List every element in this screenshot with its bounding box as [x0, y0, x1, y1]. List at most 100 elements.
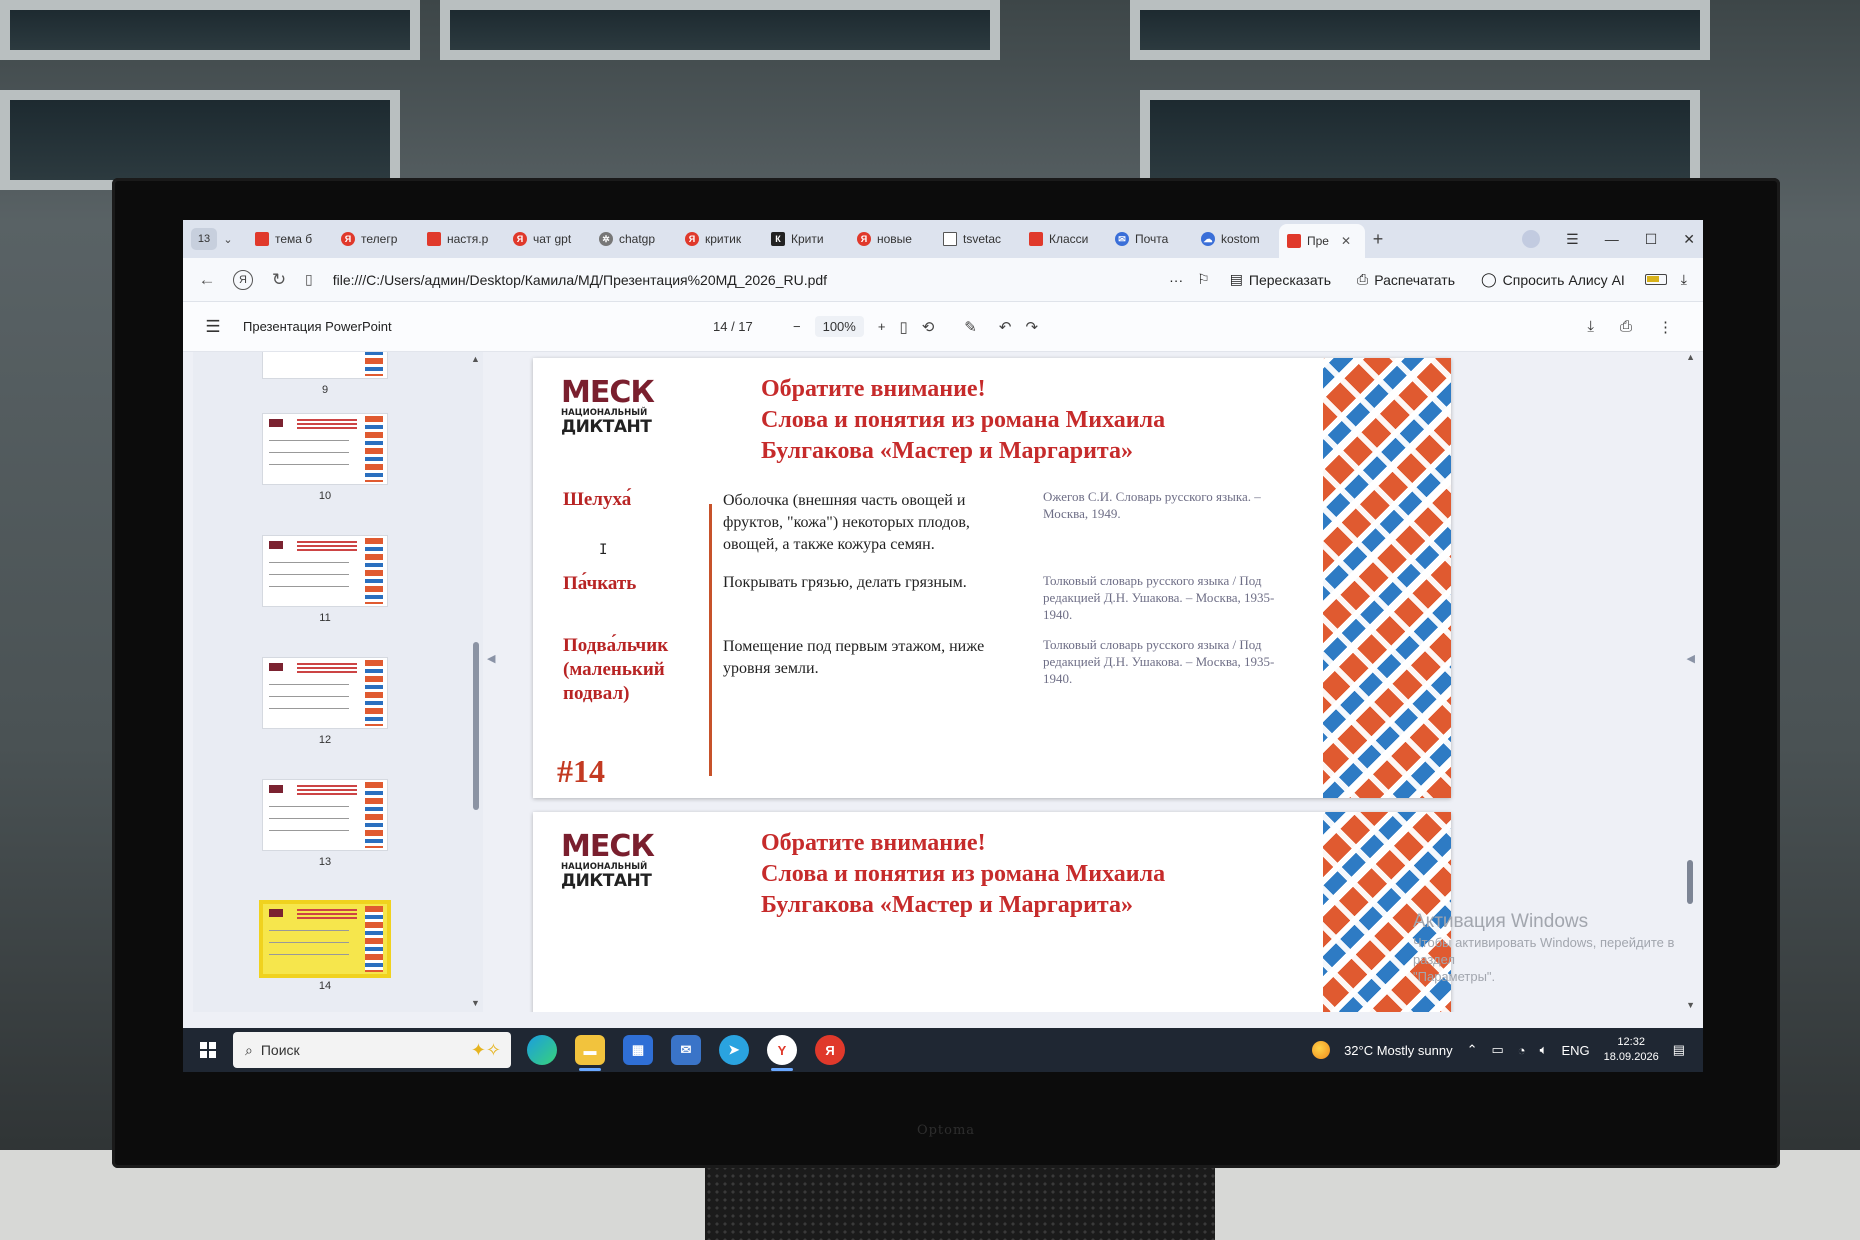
tab-label: критик — [705, 232, 742, 246]
minimize-icon[interactable]: — — [1605, 231, 1619, 247]
viewer-scrollbar[interactable] — [1687, 860, 1693, 904]
term-definition: Оболочка (внешняя часть овощей и фруктов… — [723, 492, 970, 553]
network-icon[interactable]: ◔ — [1518, 1043, 1526, 1058]
heading-line: Булгакова «Мастер и Маргарита» — [761, 892, 1133, 918]
zoom-level[interactable]: 100% — [814, 316, 864, 337]
bookmark-icon[interactable]: ⚐ — [1197, 271, 1210, 288]
telegram-icon[interactable]: ➤ — [719, 1035, 749, 1065]
tab-5[interactable]: ✲ chatgp — [591, 224, 677, 254]
tab-label: настя.р — [447, 232, 489, 246]
redo-icon[interactable]: ↷ — [1025, 318, 1038, 336]
maximize-icon[interactable]: ☐ — [1645, 231, 1658, 248]
draw-icon[interactable]: ✎ — [964, 318, 977, 336]
store-icon[interactable]: ▦ — [623, 1035, 653, 1065]
scroll-up-icon[interactable]: ▲ — [471, 354, 480, 364]
undo-icon[interactable]: ↶ — [999, 318, 1012, 336]
thumbnail-page[interactable] — [263, 658, 387, 728]
yandex-icon: Я — [685, 232, 699, 246]
scroll-down-icon[interactable]: ▼ — [1686, 1000, 1695, 1010]
tab-12[interactable]: ☁ kostom — [1193, 224, 1279, 254]
new-tab-button[interactable]: + — [1365, 229, 1391, 250]
file-explorer-icon[interactable]: ▬ — [575, 1035, 605, 1071]
thumbnail-page[interactable] — [263, 414, 387, 484]
tab-1[interactable]: тема б — [247, 224, 333, 254]
chevron-left-icon[interactable]: ◀ — [487, 652, 495, 665]
yandex-browser-icon[interactable]: Y — [767, 1035, 797, 1071]
tab-4[interactable]: Ячат gpt — [505, 224, 591, 254]
printer-icon[interactable]: ⎙ — [1620, 318, 1632, 336]
term-word: Шелуха́ — [563, 489, 632, 510]
scroll-down-icon[interactable]: ▼ — [471, 998, 480, 1008]
fit-page-icon[interactable]: ▯ — [899, 318, 907, 336]
more-icon[interactable]: ··· — [1169, 272, 1183, 288]
reload-icon[interactable]: ↻ — [269, 270, 289, 290]
tab-label: телегр — [361, 232, 398, 246]
yandex-icon[interactable]: Я — [815, 1035, 845, 1065]
chevron-up-icon[interactable]: ⌃ — [1467, 1042, 1478, 1058]
tab-6[interactable]: Якритик — [677, 224, 763, 254]
taskbar-search[interactable]: ⌕ Поиск ✦✧ — [233, 1032, 511, 1068]
logo-text: ДИКТАНТ — [561, 417, 652, 437]
notifications-icon[interactable]: ▤ — [1673, 1042, 1685, 1058]
page-indicator[interactable]: 14 / 17 — [713, 319, 773, 334]
tab-label: Крити — [791, 232, 824, 246]
download-icon[interactable]: ⤓ — [1587, 318, 1594, 336]
zoom-in-icon[interactable]: + — [878, 319, 886, 334]
language-indicator[interactable]: ENG — [1561, 1043, 1589, 1058]
tab-counter[interactable]: 13 — [191, 228, 217, 250]
menu-icon[interactable]: ☰ — [1566, 231, 1579, 248]
heading-line: Булгакова «Мастер и Маргарита» — [761, 438, 1133, 464]
tab-label: новые — [877, 232, 912, 246]
tab-11[interactable]: ✉ Почта — [1107, 224, 1193, 254]
zoom-out-icon[interactable]: − — [793, 319, 801, 334]
tab-10[interactable]: Класси — [1021, 224, 1107, 254]
edge-icon[interactable] — [527, 1035, 557, 1065]
ask-alice-label: Спросить Алису AI — [1502, 271, 1625, 288]
battery-icon[interactable]: ▭ — [1492, 1042, 1504, 1058]
url-field[interactable]: file:///C:/Users/админ/Desktop/Камила/МД… — [333, 272, 1053, 288]
tab-2[interactable]: Ятелегр — [333, 224, 419, 254]
back-icon[interactable]: ← — [197, 270, 217, 290]
background-window — [1130, 0, 1710, 60]
close-window-icon[interactable]: ✕ — [1683, 231, 1695, 248]
profile-icon[interactable] — [1522, 230, 1541, 248]
tab-label: тема б — [275, 232, 313, 246]
scroll-up-icon[interactable]: ▲ — [1686, 352, 1695, 362]
search-icon: ⌕ — [245, 1041, 253, 1058]
weather-icon[interactable] — [1312, 1041, 1331, 1059]
sidebar-scrollbar[interactable] — [473, 642, 479, 810]
close-icon[interactable]: ✕ — [1341, 234, 1351, 248]
heading-line: Слова и понятия из романа Михаила — [761, 861, 1166, 887]
clock[interactable]: 12:32 18.09.2026 — [1604, 1035, 1659, 1065]
tab-8[interactable]: Яновые — [849, 224, 935, 254]
battery-icon[interactable] — [1644, 274, 1667, 285]
zoom-controls: − 100% + ▯ ⟲ ✎ ↶ ↷ — [793, 316, 1038, 337]
chevron-right-icon[interactable]: ◀ — [1687, 652, 1695, 665]
weather-text[interactable]: 32°C Mostly sunny — [1344, 1043, 1453, 1058]
search-label: Поиск — [260, 1042, 300, 1058]
download-icon[interactable]: ⤓ — [1681, 271, 1687, 288]
yandex-home-icon[interactable]: Я — [233, 269, 253, 290]
thumbnail-page[interactable] — [263, 780, 387, 850]
volume-icon[interactable]: 🔈︎ — [1540, 1042, 1548, 1058]
thumbnail-page[interactable] — [263, 536, 387, 606]
print-button[interactable]: ⎙ Распечатать — [1351, 267, 1461, 292]
chevron-down-icon[interactable]: ⌄ — [217, 233, 239, 246]
mail-icon: ✉ — [1115, 232, 1129, 246]
term-word: Подва́льчик (маленький подвал) — [563, 635, 669, 704]
thumbnail-page[interactable] — [263, 352, 387, 378]
start-button[interactable] — [183, 1042, 233, 1058]
tab-3[interactable]: настя.р — [419, 224, 505, 254]
ask-alice-button[interactable]: ◯ Спросить Алису AI — [1475, 267, 1631, 292]
rotate-icon[interactable]: ⟲ — [922, 318, 935, 336]
tab-13-active[interactable]: Пре ✕ — [1279, 224, 1365, 258]
tab-9[interactable]: tsvetac — [935, 224, 1021, 254]
tab-7[interactable]: К Крити — [763, 224, 849, 254]
windows-icon — [200, 1042, 216, 1058]
thumbnail-page-selected[interactable] — [259, 900, 391, 978]
more-vertical-icon[interactable]: ⋮ — [1658, 318, 1673, 336]
outlook-icon[interactable]: ✉ — [671, 1035, 701, 1065]
retell-button[interactable]: ▤ Пересказать — [1224, 267, 1337, 292]
hamburger-menu-icon[interactable]: ☰ — [183, 317, 243, 337]
background-window — [1140, 90, 1700, 190]
